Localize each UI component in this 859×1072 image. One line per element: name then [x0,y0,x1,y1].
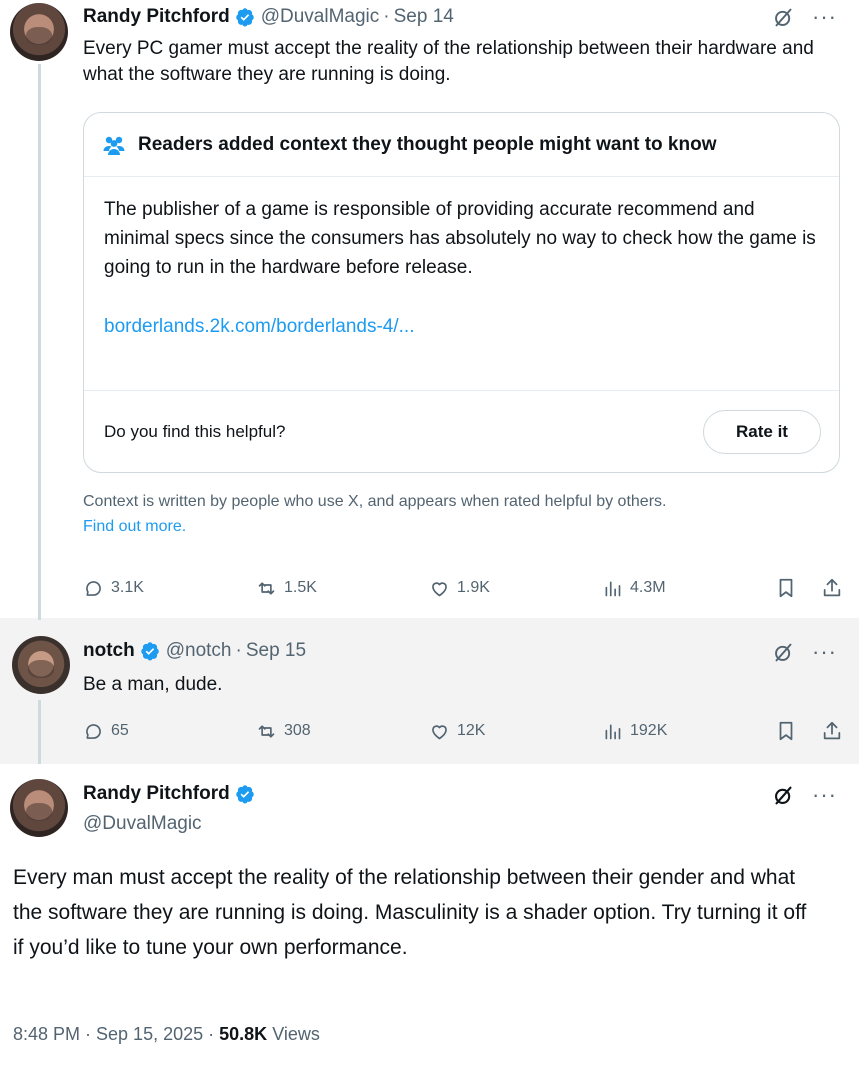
avatar[interactable] [12,636,70,694]
community-note-header: Readers added context they thought peopl… [84,113,839,177]
reply-button[interactable]: 65 [83,721,256,742]
tweet-actions-end [775,720,843,742]
tweet-header: notch @notch · Sep 15 [83,640,306,662]
repost-icon [258,581,275,595]
community-note-disclaimer: Context is written by people who use X, … [83,489,666,539]
tweet-top-actions: ··· [773,784,837,806]
author-handle[interactable]: @DuvalMagic [83,813,202,835]
more-icon[interactable]: ··· [812,641,837,663]
like-count: 12K [457,722,486,739]
analytics-icon [605,581,621,596]
reply-icon [86,580,101,596]
grok-icon[interactable] [773,642,794,663]
post-date[interactable]: Sep 15 [246,640,306,662]
repost-count: 1.5K [284,579,317,596]
post-timestamp[interactable]: 8:48 PM · Sep 15, 2025 · [13,1024,214,1044]
verified-badge-icon [235,8,254,27]
repost-button[interactable]: 1.5K [256,578,429,599]
community-note: Readers added context they thought peopl… [83,112,840,473]
views-button[interactable]: 4.3M [602,578,775,599]
separator-dot: · [235,640,242,661]
people-icon [103,136,125,155]
like-count: 1.9K [457,579,490,596]
author-handle[interactable]: @notch [166,640,232,662]
author-name[interactable]: Randy Pitchford [83,783,230,805]
helpful-prompt: Do you find this helpful? [104,422,286,441]
tweet-text: Be a man, dude. [83,674,223,695]
heart-icon [432,724,447,739]
repost-button[interactable]: 308 [256,721,429,742]
thread-connector [38,700,41,764]
community-note-title: Readers added context they thought peopl… [138,133,717,155]
like-button[interactable]: 1.9K [429,578,602,599]
post-date[interactable]: Sep 14 [394,6,454,28]
repost-count: 308 [284,722,311,739]
more-icon[interactable]: ··· [812,6,837,28]
bookmark-icon[interactable] [775,720,797,742]
community-note-text: The publisher of a game is responsible o… [104,199,816,278]
bookmark-icon[interactable] [775,577,797,599]
avatar[interactable] [10,3,68,61]
tweet-header: Randy Pitchford @DuvalMagic · Sep 14 [83,6,454,28]
community-note-footer: Do you find this helpful? Rate it [84,391,839,472]
tweet-top-actions: ··· [773,641,837,663]
views-label: Views [272,1024,320,1044]
verified-badge-icon [140,642,159,661]
views-button[interactable]: 192K [602,721,775,742]
community-note-link[interactable]: borderlands.2k.com/borderlands-4/... [104,316,819,338]
tweet-text: Every man must accept the reality of the… [13,866,807,959]
reply-button[interactable]: 3.1K [83,578,256,599]
reply-count: 65 [111,722,129,739]
heart-icon [432,581,447,596]
more-icon[interactable]: ··· [812,784,837,806]
rate-it-button[interactable]: Rate it [703,410,821,454]
author-handle[interactable]: @DuvalMagic [261,6,380,28]
tweet-text: Every PC gamer must accept the reality o… [83,38,814,85]
reply-count: 3.1K [111,579,144,596]
tweet-actions: 65 308 12K 192K [83,720,843,742]
grok-icon[interactable] [773,785,794,806]
find-out-more-link[interactable]: Find out more. [83,518,186,535]
reply-icon [86,723,101,739]
tweet-top-actions: ··· [773,6,837,28]
verified-badge-icon [235,785,254,804]
avatar[interactable] [10,779,68,837]
share-icon[interactable] [821,577,843,599]
grok-icon[interactable] [773,7,794,28]
disclaimer-text: Context is written by people who use X, … [83,493,667,510]
community-note-body: The publisher of a game is responsible o… [84,177,839,391]
like-button[interactable]: 12K [429,721,602,742]
separator-dot: · [383,6,390,27]
analytics-icon [605,724,621,739]
view-count: 4.3M [630,579,666,596]
thread-connector [38,64,41,620]
author-name[interactable]: notch [83,640,135,662]
repost-icon [258,724,275,738]
tweet-header: Randy Pitchford [83,783,261,805]
share-icon[interactable] [821,720,843,742]
tweet-metadata: 8:48 PM · Sep 15, 2025 · 50.8K Views [13,1024,320,1045]
author-name[interactable]: Randy Pitchford [83,6,230,28]
tweet-actions-end [775,577,843,599]
tweet-actions: 3.1K 1.5K 1.9K 4.3M [83,577,843,599]
view-count: 50.8K [219,1024,268,1044]
view-count: 192K [630,722,668,739]
